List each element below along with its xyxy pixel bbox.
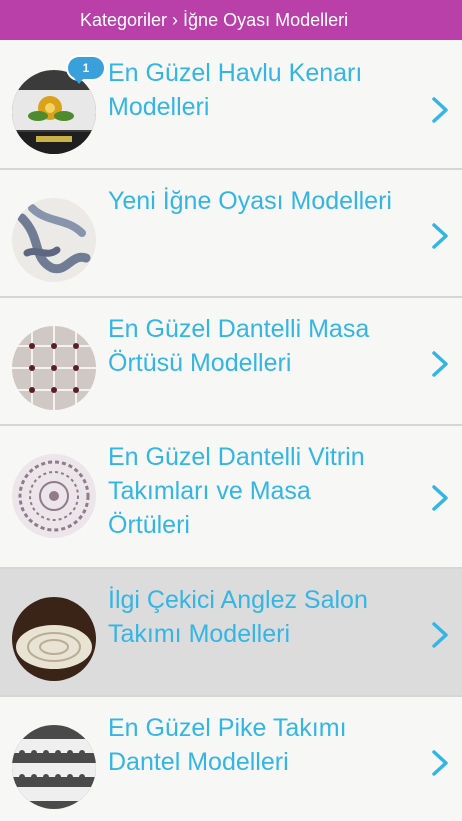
item-title: En Güzel Pike Takımı Dantel Modelleri (108, 714, 347, 776)
item-title: Yeni İğne Oyası Modelleri (108, 187, 392, 215)
chevron-right-icon (432, 223, 448, 249)
notification-badge: 1 (68, 57, 104, 84)
breadcrumb[interactable]: Kategoriler › İğne Oyası Modelleri (0, 0, 462, 40)
item-title: En Güzel Dantelli Vitrin Takımları ve Ma… (108, 443, 365, 539)
item-title: İlgi Çekici Anglez Salon Takımı Modeller… (108, 586, 368, 648)
list-item[interactable]: En Güzel Pike Takımı Dantel Modelleri (0, 697, 462, 821)
category-list: 1 En Güzel Havlu Kenarı Modelleri Yeni İ… (0, 40, 462, 821)
item-thumbnail (12, 597, 96, 681)
list-item[interactable]: En Güzel Dantelli Masa Örtüsü Modelleri (0, 298, 462, 426)
list-item[interactable]: En Güzel Dantelli Vitrin Takımları ve Ma… (0, 426, 462, 569)
chevron-right-icon (432, 97, 448, 123)
item-title: En Güzel Havlu Kenarı Modelleri (108, 59, 363, 121)
list-item[interactable]: 1 En Güzel Havlu Kenarı Modelleri (0, 40, 462, 170)
item-thumbnail (12, 198, 96, 282)
list-item[interactable]: İlgi Çekici Anglez Salon Takımı Modeller… (0, 569, 462, 697)
chevron-right-icon (432, 622, 448, 648)
list-item[interactable]: Yeni İğne Oyası Modelleri (0, 170, 462, 298)
chevron-right-icon (432, 750, 448, 776)
chevron-right-icon (432, 351, 448, 377)
item-thumbnail (12, 454, 96, 538)
item-title: En Güzel Dantelli Masa Örtüsü Modelleri (108, 315, 370, 377)
chevron-right-icon (432, 485, 448, 511)
item-thumbnail (12, 326, 96, 410)
item-thumbnail (12, 725, 96, 809)
